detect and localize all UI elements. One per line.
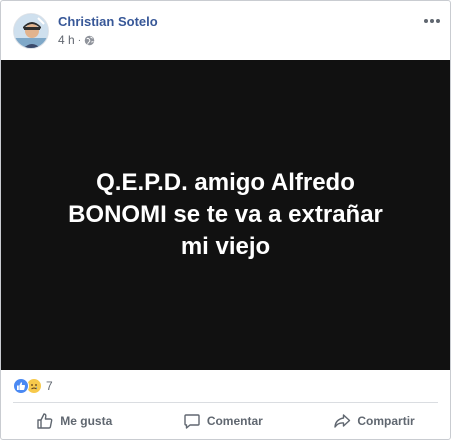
post-header: Christian Sotelo 4 h · xyxy=(1,1,450,61)
post-card: Christian Sotelo 4 h · Q.E.P.D. amigo Al… xyxy=(0,0,451,440)
post-meta: 4 h · xyxy=(58,33,95,47)
comment-icon xyxy=(184,414,200,429)
comment-button[interactable]: Comentar xyxy=(173,408,273,434)
share-button-label: Compartir xyxy=(357,414,415,428)
more-options-icon[interactable] xyxy=(424,19,440,25)
post-media-text: Q.E.P.D. amigo Alfredo BONOMI se te va a… xyxy=(68,169,383,260)
like-button[interactable]: Me gusta xyxy=(26,408,122,434)
share-icon xyxy=(334,414,351,428)
like-button-label: Me gusta xyxy=(60,414,113,428)
post-media[interactable]: Q.E.P.D. amigo Alfredo BONOMI se te va a… xyxy=(1,60,450,370)
avatar-image xyxy=(14,14,48,48)
reactions-summary[interactable]: 7 xyxy=(13,377,53,395)
thumbs-up-icon xyxy=(37,413,53,429)
like-icon xyxy=(13,378,29,394)
avatar[interactable] xyxy=(13,13,49,49)
author-name[interactable]: Christian Sotelo xyxy=(58,14,158,29)
share-button[interactable]: Compartir xyxy=(323,408,424,434)
globe-icon[interactable] xyxy=(84,35,95,46)
reaction-count: 7 xyxy=(46,379,53,393)
post-actions-bar: Me gusta Comentar Compartir xyxy=(1,405,450,437)
divider xyxy=(13,402,438,403)
post-timestamp[interactable]: 4 h xyxy=(58,33,75,47)
comment-button-label: Comentar xyxy=(206,414,263,428)
meta-separator: · xyxy=(77,34,82,46)
